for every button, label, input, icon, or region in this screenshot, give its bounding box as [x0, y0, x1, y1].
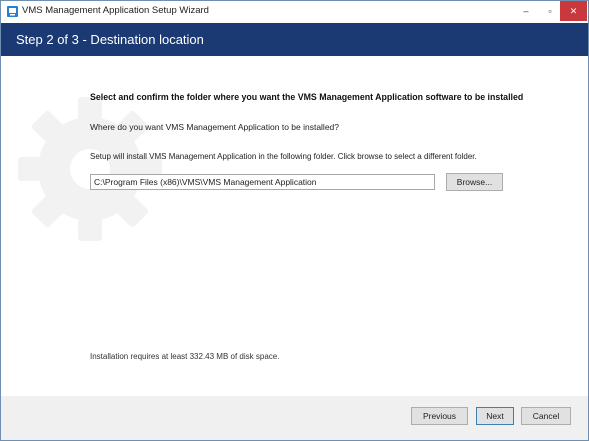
cancel-button[interactable]: Cancel	[521, 407, 571, 425]
wizard-footer: Previous Next Cancel	[1, 396, 588, 440]
minimize-icon: –	[523, 6, 529, 16]
gear-icon	[18, 97, 162, 241]
installer-icon	[7, 6, 18, 17]
step-title: Step 2 of 3 - Destination location	[16, 32, 204, 47]
maximize-icon: ▫	[548, 6, 552, 16]
title-bar: VMS Management Application Setup Wizard …	[1, 1, 588, 23]
browse-button[interactable]: Browse...	[446, 173, 503, 191]
install-instruction: Setup will install VMS Management Applic…	[90, 152, 477, 161]
next-button[interactable]: Next	[476, 407, 514, 425]
close-icon: ✕	[569, 5, 578, 16]
window-title: VMS Management Application Setup Wizard	[22, 5, 209, 16]
wizard-content: Select and confirm the folder where you …	[1, 56, 588, 396]
install-question: Where do you want VMS Management Applica…	[90, 122, 340, 132]
disk-space-note: Installation requires at least 332.43 MB…	[90, 352, 280, 361]
install-path-input[interactable]	[90, 174, 435, 190]
previous-button[interactable]: Previous	[411, 407, 468, 425]
setup-wizard-window: VMS Management Application Setup Wizard …	[0, 0, 589, 441]
page-heading: Select and confirm the folder where you …	[90, 92, 524, 102]
minimize-button[interactable]: –	[513, 1, 539, 21]
wizard-step-header: Step 2 of 3 - Destination location	[1, 23, 588, 56]
close-button[interactable]: ✕	[560, 1, 587, 21]
